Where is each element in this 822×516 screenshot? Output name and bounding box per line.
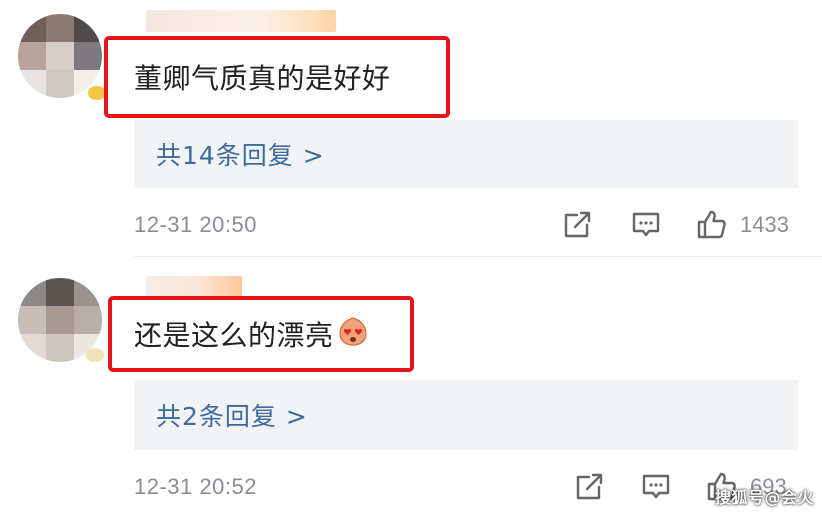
thumbs-up-icon[interactable]	[696, 208, 728, 240]
comment-text: 还是这么的漂亮	[134, 319, 334, 352]
avatar[interactable]	[18, 14, 102, 98]
heart-eyes-emoji	[338, 317, 367, 346]
comment-text-box: 还是这么的漂亮	[108, 296, 414, 372]
comment-meta-row: 12-31 20:52 693	[134, 466, 798, 506]
comment-icon[interactable]	[630, 208, 662, 240]
share-icon[interactable]	[574, 470, 606, 502]
comment-text-box: 董卿气质真的是好好	[104, 36, 450, 118]
like-count: 1433	[740, 212, 789, 237]
timestamp: 12-31 20:52	[134, 474, 257, 499]
timestamp: 12-31 20:50	[134, 212, 257, 237]
replies-link[interactable]: 共14条回复 >	[134, 120, 798, 188]
divider	[134, 256, 822, 257]
username-redacted	[146, 10, 336, 32]
replies-label: 共2条回复 >	[156, 402, 308, 431]
watermark: 搜狐号@会火	[714, 488, 814, 507]
replies-link[interactable]: 共2条回复 >	[134, 380, 798, 450]
comment-meta-row: 12-31 20:50 1433	[134, 204, 798, 244]
comment-feed: 董卿气质真的是好好 共14条回复 > 12-31 20:50 1433 还是这么…	[0, 0, 822, 516]
replies-label: 共14条回复 >	[156, 141, 325, 170]
badge-icon	[86, 348, 104, 362]
username-redacted	[146, 276, 242, 298]
comment-text: 董卿气质真的是好好	[134, 62, 391, 95]
comment-icon[interactable]	[640, 470, 672, 502]
share-icon[interactable]	[562, 208, 594, 240]
